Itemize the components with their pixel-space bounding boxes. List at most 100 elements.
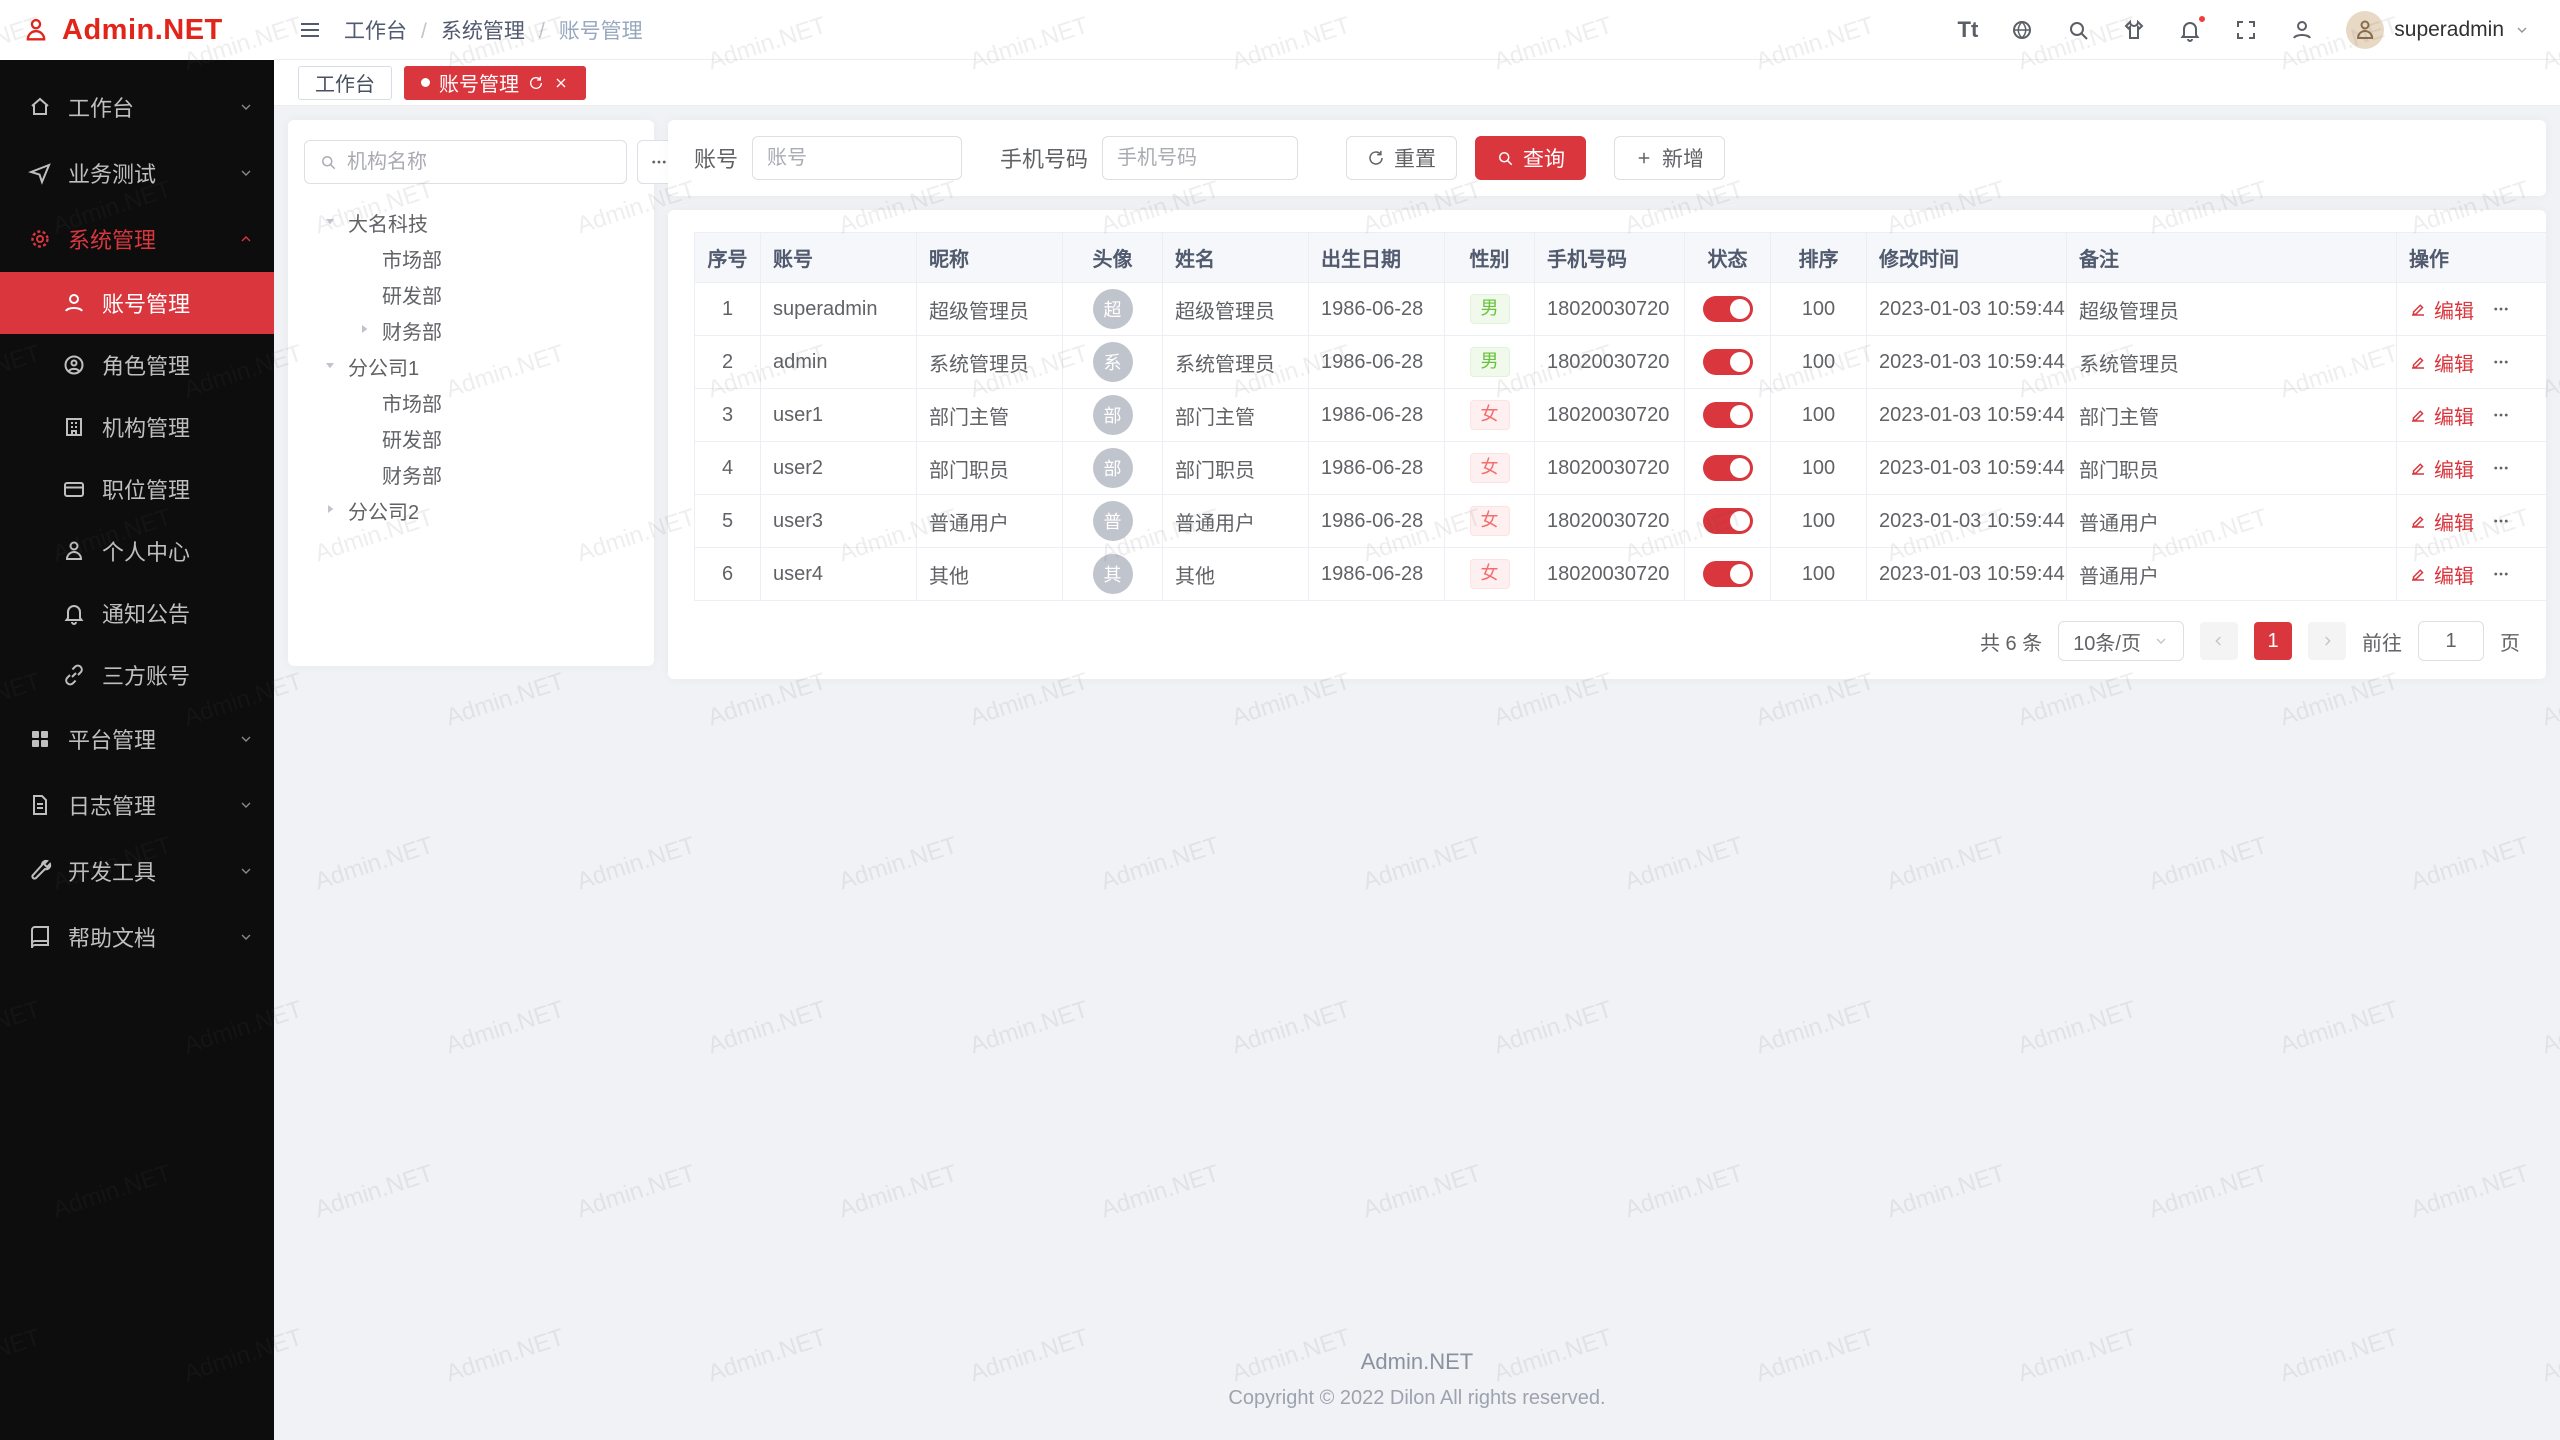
more-actions-icon[interactable] — [2492, 353, 2510, 371]
more-actions-icon[interactable] — [2492, 300, 2510, 318]
caret-down-icon[interactable] — [322, 213, 340, 231]
tree-node[interactable]: 研发部 — [304, 276, 638, 312]
more-actions-icon[interactable] — [2492, 565, 2510, 583]
add-button[interactable]: 新增 — [1614, 136, 1725, 180]
status-toggle[interactable] — [1703, 402, 1753, 428]
breadcrumb-item[interactable]: 工作台 — [344, 15, 441, 45]
sidebar-item-platform-management[interactable]: 平台管理 — [0, 706, 274, 772]
sidebar-item-help-docs[interactable]: 帮助文档 — [0, 904, 274, 970]
tree-node[interactable]: 大名科技 — [304, 204, 638, 240]
account-label: 账号 — [694, 142, 738, 174]
status-toggle[interactable] — [1703, 296, 1753, 322]
chevron-down-icon — [2153, 633, 2169, 649]
sidebar-item-system-management[interactable]: 系统管理 — [0, 206, 274, 272]
reset-button[interactable]: 重置 — [1346, 136, 1457, 180]
sidebar-item-log-management[interactable]: 日志管理 — [0, 772, 274, 838]
cell-modify-time: 2023-01-03 10:59:44 — [1867, 442, 2067, 495]
account-input[interactable] — [752, 136, 962, 180]
sidebar-subitem-org-management[interactable]: 机构管理 — [0, 396, 274, 458]
sidebar-item-workbench[interactable]: 工作台 — [0, 74, 274, 140]
more-actions-icon[interactable] — [2492, 512, 2510, 530]
hamburger-menu-icon[interactable] — [298, 18, 322, 42]
cell-birthday: 1986-06-28 — [1309, 495, 1445, 548]
tree-node[interactable]: 市场部 — [304, 384, 638, 420]
phone-input[interactable] — [1102, 136, 1298, 180]
tree-node[interactable]: 研发部 — [304, 420, 638, 456]
language-globe-icon[interactable] — [2010, 18, 2034, 42]
org-search-input[interactable] — [347, 151, 612, 174]
tree-node[interactable]: 财务部 — [304, 456, 638, 492]
gender-badge: 女 — [1470, 400, 1510, 430]
tree-node-label: 大名科技 — [348, 208, 428, 237]
edit-button[interactable]: 编辑 — [2409, 401, 2474, 430]
status-toggle[interactable] — [1703, 561, 1753, 587]
sidebar-subitem-label: 角色管理 — [102, 349, 254, 381]
notification-bell-icon[interactable] — [2178, 18, 2202, 42]
sidebar-subitem-position-management[interactable]: 职位管理 — [0, 458, 274, 520]
cell-birthday: 1986-06-28 — [1309, 442, 1445, 495]
next-page-button[interactable] — [2308, 622, 2346, 660]
close-icon[interactable] — [553, 75, 569, 91]
sidebar-subitem-account-management[interactable]: 账号管理 — [0, 272, 274, 334]
chevron-down-icon — [2514, 22, 2530, 38]
org-tree: 大名科技 市场部 研发部 财务部 — [304, 204, 638, 528]
cell-nickname: 部门主管 — [917, 389, 1063, 442]
status-toggle[interactable] — [1703, 508, 1753, 534]
theme-icon[interactable] — [2122, 18, 2146, 42]
edit-icon — [2409, 512, 2427, 530]
cell-phone: 18020030720 — [1535, 442, 1685, 495]
status-toggle[interactable] — [1703, 455, 1753, 481]
refresh-icon[interactable] — [528, 75, 544, 91]
column-header: 账号 — [761, 233, 917, 283]
profile-icon[interactable] — [2290, 18, 2314, 42]
sidebar-subitem-notice[interactable]: 通知公告 — [0, 582, 274, 644]
tree-node[interactable]: 市场部 — [304, 240, 638, 276]
tree-node-label: 研发部 — [382, 424, 442, 453]
prev-page-button[interactable] — [2200, 622, 2238, 660]
column-header: 头像 — [1063, 233, 1163, 283]
edit-button[interactable]: 编辑 — [2409, 507, 2474, 536]
goto-page-input[interactable] — [2418, 621, 2484, 661]
cell-modify-time: 2023-01-03 10:59:44 — [1867, 548, 2067, 601]
cell-modify-time: 2023-01-03 10:59:44 — [1867, 336, 2067, 389]
tree-node[interactable]: 分公司2 — [304, 492, 638, 528]
edit-button[interactable]: 编辑 — [2409, 560, 2474, 589]
more-actions-icon[interactable] — [2492, 459, 2510, 477]
sidebar-item-dev-tools[interactable]: 开发工具 — [0, 838, 274, 904]
caret-down-icon[interactable] — [322, 357, 340, 375]
font-size-icon[interactable]: Tt — [1958, 17, 1979, 43]
sidebar-subitem-third-party-account[interactable]: 三方账号 — [0, 644, 274, 706]
table-row: 3 user1 部门主管 部 部门主管 1986-06-28 女 1802003… — [695, 389, 2547, 442]
user-menu[interactable]: superadmin — [2346, 11, 2530, 49]
column-header: 状态 — [1685, 233, 1771, 283]
tree-node[interactable]: 分公司1 — [304, 348, 638, 384]
cell-no: 2 — [695, 336, 761, 389]
breadcrumb-item[interactable]: 系统管理 — [441, 15, 559, 45]
org-search-box — [304, 140, 627, 184]
search-icon[interactable] — [2066, 18, 2090, 42]
caret-right-icon[interactable] — [322, 501, 340, 519]
sidebar-item-business-test[interactable]: 业务测试 — [0, 140, 274, 206]
tab-workbench[interactable]: 工作台 — [298, 66, 392, 100]
page-number-current[interactable]: 1 — [2254, 622, 2292, 660]
sidebar-subitem-role-management[interactable]: 角色管理 — [0, 334, 274, 396]
caret-right-icon[interactable] — [356, 321, 374, 339]
edit-button[interactable]: 编辑 — [2409, 454, 2474, 483]
status-toggle[interactable] — [1703, 349, 1753, 375]
avatar: 其 — [1093, 554, 1133, 594]
cell-remark: 部门职员 — [2067, 442, 2397, 495]
tree-node[interactable]: 财务部 — [304, 312, 638, 348]
edit-button[interactable]: 编辑 — [2409, 295, 2474, 324]
page-size-select[interactable]: 10条/页 — [2058, 621, 2184, 661]
sidebar-subitem-personal-center[interactable]: 个人中心 — [0, 520, 274, 582]
tab-account-management[interactable]: 账号管理 — [404, 66, 586, 100]
more-actions-icon[interactable] — [2492, 406, 2510, 424]
edit-button[interactable]: 编辑 — [2409, 348, 2474, 377]
sidebar-subitem-label: 个人中心 — [102, 535, 254, 567]
sidebar-item-label: 工作台 — [68, 91, 238, 123]
refresh-icon — [1367, 149, 1385, 167]
cell-remark: 超级管理员 — [2067, 283, 2397, 336]
fullscreen-icon[interactable] — [2234, 18, 2258, 42]
search-button[interactable]: 查询 — [1475, 136, 1586, 180]
cell-account: admin — [761, 336, 917, 389]
